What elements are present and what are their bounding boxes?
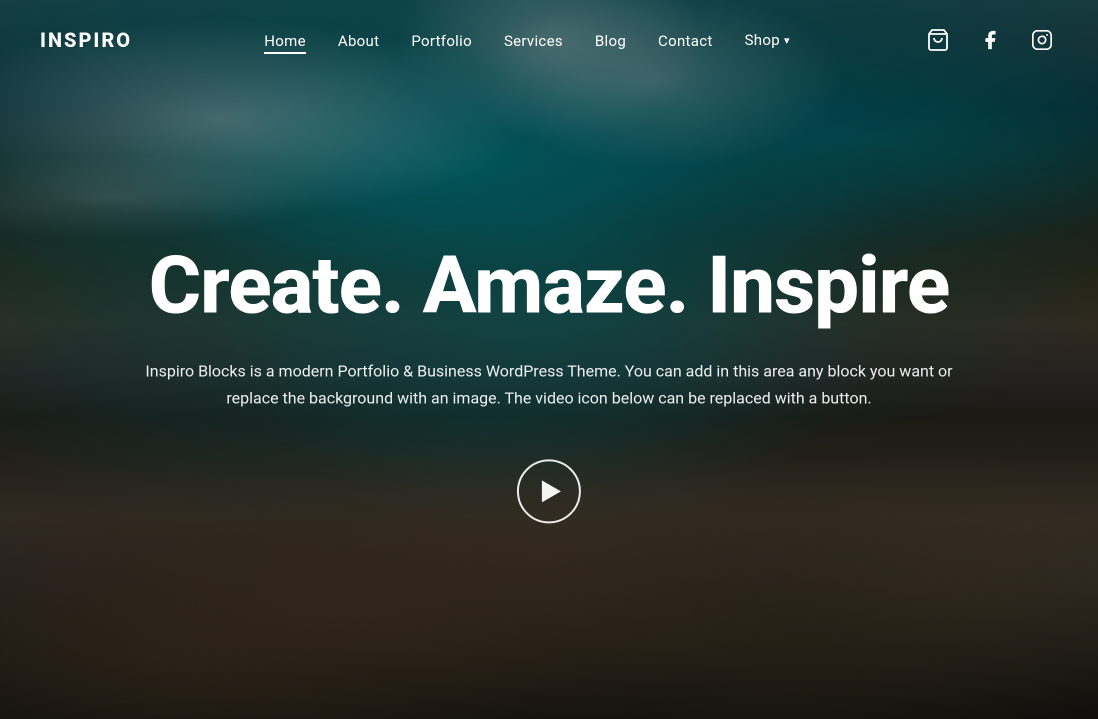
hero-content: Create. Amaze. Inspire Inspiro Blocks is… xyxy=(55,241,1043,523)
brand-logo[interactable]: INSPIRO xyxy=(40,28,132,52)
nav-item-blog[interactable]: Blog xyxy=(595,31,626,50)
nav-item-shop[interactable]: Shop ▾ xyxy=(745,31,790,49)
play-button[interactable] xyxy=(517,459,581,523)
nav-item-about[interactable]: About xyxy=(338,31,379,50)
instagram-icon[interactable] xyxy=(1026,24,1058,56)
cart-svg xyxy=(926,28,950,52)
navbar: INSPIRO Home About Portfolio Services Bl… xyxy=(0,0,1098,80)
nav-link-blog[interactable]: Blog xyxy=(595,32,626,50)
hero-title: Create. Amaze. Inspire xyxy=(55,241,1043,329)
facebook-svg xyxy=(979,29,1001,51)
nav-link-services[interactable]: Services xyxy=(504,32,563,50)
nav-icons xyxy=(922,24,1058,56)
page-wrapper: INSPIRO Home About Portfolio Services Bl… xyxy=(0,0,1098,719)
nav-link-contact[interactable]: Contact xyxy=(658,32,713,50)
cart-icon[interactable] xyxy=(922,24,954,56)
facebook-icon[interactable] xyxy=(974,24,1006,56)
nav-links: Home About Portfolio Services Blog Conta… xyxy=(264,31,789,50)
nav-link-home[interactable]: Home xyxy=(264,32,306,54)
instagram-svg xyxy=(1031,29,1053,51)
nav-item-home[interactable]: Home xyxy=(264,31,306,50)
nav-item-contact[interactable]: Contact xyxy=(658,31,713,50)
nav-item-portfolio[interactable]: Portfolio xyxy=(411,31,472,50)
play-triangle-icon xyxy=(542,480,561,502)
nav-link-portfolio[interactable]: Portfolio xyxy=(411,32,472,50)
nav-link-shop[interactable]: Shop ▾ xyxy=(745,31,790,49)
hero-subtitle: Inspiro Blocks is a modern Portfolio & B… xyxy=(119,357,979,411)
nav-link-about[interactable]: About xyxy=(338,32,379,50)
nav-item-services[interactable]: Services xyxy=(504,31,563,50)
chevron-down-icon: ▾ xyxy=(784,34,790,47)
